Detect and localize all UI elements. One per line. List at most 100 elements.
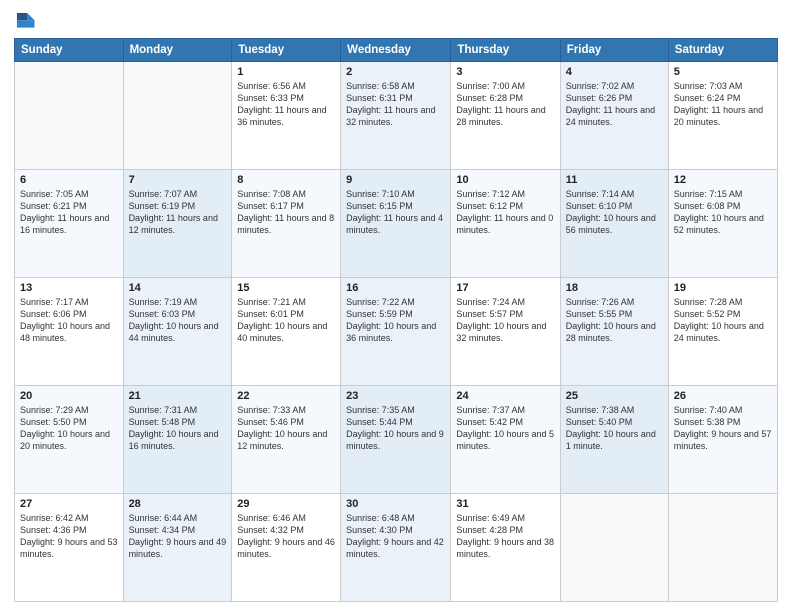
day-info: Sunrise: 7:21 AM Sunset: 6:01 PM Dayligh… [237,296,335,345]
day-number: 12 [674,174,772,186]
calendar-cell: 21 Sunrise: 7:31 AM Sunset: 5:48 PM Dayli… [123,386,232,494]
header-row: SundayMondayTuesdayWednesdayThursdayFrid… [15,39,778,62]
day-number: 24 [456,390,554,402]
calendar-cell [668,494,777,602]
calendar-cell: 29 Sunrise: 6:46 AM Sunset: 4:32 PM Dayli… [232,494,341,602]
day-number: 22 [237,390,335,402]
day-number: 26 [674,390,772,402]
day-number: 11 [566,174,663,186]
calendar-table: SundayMondayTuesdayWednesdayThursdayFrid… [14,38,778,602]
calendar-header: SundayMondayTuesdayWednesdayThursdayFrid… [15,39,778,62]
day-info: Sunrise: 6:56 AM Sunset: 6:33 PM Dayligh… [237,80,335,129]
calendar-week-row: 20 Sunrise: 7:29 AM Sunset: 5:50 PM Dayli… [15,386,778,494]
day-number: 1 [237,66,335,78]
calendar-cell: 19 Sunrise: 7:28 AM Sunset: 5:52 PM Dayli… [668,278,777,386]
calendar-cell: 8 Sunrise: 7:08 AM Sunset: 6:17 PM Daylig… [232,170,341,278]
day-info: Sunrise: 6:44 AM Sunset: 4:34 PM Dayligh… [129,512,227,561]
day-number: 21 [129,390,227,402]
calendar-cell: 5Sunrise: 7:03 AM Sunset: 6:24 PM Daylig… [668,62,777,170]
calendar-cell: 16 Sunrise: 7:22 AM Sunset: 5:59 PM Dayli… [341,278,451,386]
calendar-cell: 6Sunrise: 7:05 AM Sunset: 6:21 PM Daylig… [15,170,124,278]
day-info: Sunrise: 7:17 AM Sunset: 6:06 PM Dayligh… [20,296,118,345]
calendar-cell: 12 Sunrise: 7:15 AM Sunset: 6:08 PM Dayli… [668,170,777,278]
day-number: 27 [20,498,118,510]
calendar-cell: 23Sunrise: 7:35 AM Sunset: 5:44 PM Dayli… [341,386,451,494]
day-number: 7 [129,174,227,186]
day-number: 28 [129,498,227,510]
day-number: 18 [566,282,663,294]
day-info: Sunrise: 7:15 AM Sunset: 6:08 PM Dayligh… [674,188,772,237]
day-number: 15 [237,282,335,294]
day-info: Sunrise: 7:03 AM Sunset: 6:24 PM Dayligh… [674,80,772,129]
calendar-week-row: 6Sunrise: 7:05 AM Sunset: 6:21 PM Daylig… [15,170,778,278]
day-number: 16 [346,282,445,294]
day-info: Sunrise: 7:02 AM Sunset: 6:26 PM Dayligh… [566,80,663,129]
weekday-header: Thursday [451,39,560,62]
day-number: 29 [237,498,335,510]
calendar-cell [123,62,232,170]
day-info: Sunrise: 7:24 AM Sunset: 5:57 PM Dayligh… [456,296,554,345]
calendar-cell: 17 Sunrise: 7:24 AM Sunset: 5:57 PM Dayli… [451,278,560,386]
calendar-week-row: 27 Sunrise: 6:42 AM Sunset: 4:36 PM Dayli… [15,494,778,602]
weekday-header: Monday [123,39,232,62]
calendar-week-row: 13Sunrise: 7:17 AM Sunset: 6:06 PM Dayli… [15,278,778,386]
day-info: Sunrise: 7:12 AM Sunset: 6:12 PM Dayligh… [456,188,554,237]
calendar-cell: 3 Sunrise: 7:00 AM Sunset: 6:28 PM Daylig… [451,62,560,170]
calendar-cell: 27 Sunrise: 6:42 AM Sunset: 4:36 PM Dayli… [15,494,124,602]
day-info: Sunrise: 6:42 AM Sunset: 4:36 PM Dayligh… [20,512,118,561]
day-info: Sunrise: 7:08 AM Sunset: 6:17 PM Dayligh… [237,188,335,237]
calendar-cell: 15 Sunrise: 7:21 AM Sunset: 6:01 PM Dayli… [232,278,341,386]
calendar-cell: 10 Sunrise: 7:12 AM Sunset: 6:12 PM Dayli… [451,170,560,278]
day-number: 20 [20,390,118,402]
day-number: 23 [346,390,445,402]
calendar-cell: 11 Sunrise: 7:14 AM Sunset: 6:10 PM Dayli… [560,170,668,278]
day-number: 30 [346,498,445,510]
day-info: Sunrise: 7:22 AM Sunset: 5:59 PM Dayligh… [346,296,445,345]
calendar-cell [15,62,124,170]
day-info: Sunrise: 7:07 AM Sunset: 6:19 PM Dayligh… [129,188,227,237]
header [14,10,778,32]
calendar-cell: 20 Sunrise: 7:29 AM Sunset: 5:50 PM Dayli… [15,386,124,494]
day-number: 17 [456,282,554,294]
calendar-cell: 4 Sunrise: 7:02 AM Sunset: 6:26 PM Daylig… [560,62,668,170]
calendar-cell: 9 Sunrise: 7:10 AM Sunset: 6:15 PM Daylig… [341,170,451,278]
day-info: Sunrise: 7:40 AM Sunset: 5:38 PM Dayligh… [674,404,772,453]
calendar-cell: 22Sunrise: 7:33 AM Sunset: 5:46 PM Dayli… [232,386,341,494]
day-number: 19 [674,282,772,294]
day-number: 3 [456,66,554,78]
day-number: 4 [566,66,663,78]
day-info: Sunrise: 7:26 AM Sunset: 5:55 PM Dayligh… [566,296,663,345]
day-info: Sunrise: 7:14 AM Sunset: 6:10 PM Dayligh… [566,188,663,237]
day-number: 14 [129,282,227,294]
day-info: Sunrise: 7:10 AM Sunset: 6:15 PM Dayligh… [346,188,445,237]
day-info: Sunrise: 7:29 AM Sunset: 5:50 PM Dayligh… [20,404,118,453]
calendar-cell: 28 Sunrise: 6:44 AM Sunset: 4:34 PM Dayli… [123,494,232,602]
calendar-cell: 2 Sunrise: 6:58 AM Sunset: 6:31 PM Daylig… [341,62,451,170]
day-number: 10 [456,174,554,186]
day-number: 8 [237,174,335,186]
day-number: 9 [346,174,445,186]
weekday-header: Tuesday [232,39,341,62]
day-info: Sunrise: 7:28 AM Sunset: 5:52 PM Dayligh… [674,296,772,345]
day-info: Sunrise: 6:58 AM Sunset: 6:31 PM Dayligh… [346,80,445,129]
day-info: Sunrise: 7:19 AM Sunset: 6:03 PM Dayligh… [129,296,227,345]
day-info: Sunrise: 6:48 AM Sunset: 4:30 PM Dayligh… [346,512,445,561]
calendar-cell: 30 Sunrise: 6:48 AM Sunset: 4:30 PM Dayli… [341,494,451,602]
calendar-cell: 24Sunrise: 7:37 AM Sunset: 5:42 PM Dayli… [451,386,560,494]
day-info: Sunrise: 6:46 AM Sunset: 4:32 PM Dayligh… [237,512,335,561]
calendar-cell: 25Sunrise: 7:38 AM Sunset: 5:40 PM Dayli… [560,386,668,494]
day-number: 25 [566,390,663,402]
calendar-cell: 18 Sunrise: 7:26 AM Sunset: 5:55 PM Dayli… [560,278,668,386]
calendar-cell: 13Sunrise: 7:17 AM Sunset: 6:06 PM Dayli… [15,278,124,386]
calendar-cell: 7 Sunrise: 7:07 AM Sunset: 6:19 PM Daylig… [123,170,232,278]
calendar-body: 1 Sunrise: 6:56 AM Sunset: 6:33 PM Daylig… [15,62,778,602]
day-info: Sunrise: 7:00 AM Sunset: 6:28 PM Dayligh… [456,80,554,129]
day-number: 6 [20,174,118,186]
weekday-header: Sunday [15,39,124,62]
day-info: Sunrise: 7:31 AM Sunset: 5:48 PM Dayligh… [129,404,227,453]
day-number: 31 [456,498,554,510]
weekday-header: Wednesday [341,39,451,62]
logo [14,10,38,32]
day-number: 2 [346,66,445,78]
day-info: Sunrise: 6:49 AM Sunset: 4:28 PM Dayligh… [456,512,554,561]
